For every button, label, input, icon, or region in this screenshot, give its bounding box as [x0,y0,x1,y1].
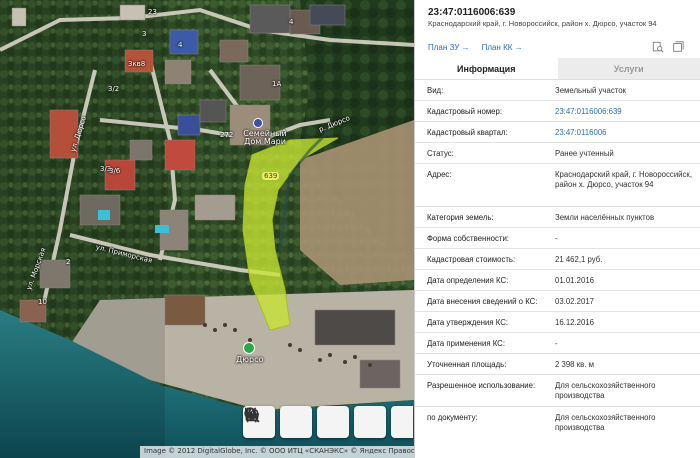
info-key: Разрешенное использование: [427,381,536,390]
info-key: Уточненная площадь: [427,360,507,369]
house-number-label: 3/2 [108,85,120,93]
map-poi-toolbar [243,406,413,438]
parcel-address: Краснодарский край, г. Новороссийск, рай… [428,19,657,28]
info-row: Вид: Земельный участок [415,80,700,101]
info-key: Форма собственности: [427,234,509,243]
info-value: Для сельскохозяйственного производства [555,413,656,432]
info-row: Кадастровый номер: 23:47:0116006:639 [415,101,700,122]
info-key: Дата применения КС: [427,339,505,348]
cadastral-number-title: 23:47:0116006:639 [428,7,516,18]
info-value: 03.02.2017 [555,297,595,306]
info-key: Дата утверждения КС: [427,318,509,327]
info-key: Адрес: [427,170,452,179]
house-number-label: 272 [220,131,234,139]
document-search-icon[interactable] [652,41,664,53]
info-value: - [555,339,558,348]
parcel-number-label[interactable]: 639 [262,172,280,180]
info-row: Дата утверждения КС: 16.12.2016 [415,312,700,333]
info-row: Кадастровая стоимость: 21 462,1 руб. [415,249,700,270]
plan-zu-link[interactable]: План ЗУ → [428,43,470,52]
beach-pin-icon[interactable] [243,342,255,354]
info-row: Адрес: Краснодарский край, г. Новороссийс… [415,164,700,207]
beach-label: Дюрсо [236,355,264,364]
house-number-label: 3/6 [109,167,121,175]
house-number-label: 23 [148,8,157,16]
info-value: 2 398 кв. м [555,360,594,369]
plan-kk-link[interactable]: План КК → [482,43,523,52]
hotel-pin-icon[interactable] [253,118,263,128]
info-value: Земли населённых пунктов [555,213,655,222]
cadastral-number-link[interactable]: 23:47:0116006:639 [555,101,692,121]
info-value: 16.12.2016 [555,318,595,327]
house-number-label: 10 [38,298,47,306]
house-number-label: 2 [66,258,71,266]
info-key: Категория земель: [427,213,494,222]
pharmacy-poi-button[interactable] [245,406,386,438]
layers-icon[interactable] [672,41,684,53]
info-row: Дата применения КС: - [415,333,700,354]
info-key: Кадастровый номер: [427,107,503,116]
house-number-label: 3 [142,30,147,38]
info-row: Разрешенное использование: Для сельскохоз… [415,375,700,407]
parcel-info-panel: 23:47:0116006:639 Краснодарский край, г.… [414,0,700,458]
plan-links: План ЗУ → План КК → [428,43,523,52]
info-row: Форма собственности: - [415,228,700,249]
info-row: Дата внесения сведений о КС: 03.02.2017 [415,291,700,312]
info-value: 21 462,1 руб. [555,255,603,264]
house-number-label: 4 [178,41,183,49]
cadastral-quarter-link[interactable]: 23:47:0116006 [555,122,692,142]
house-number-label: 3кв8 [128,60,146,68]
house-number-label: 1A [272,80,282,88]
info-row: Уточненная площадь: 2 398 кв. м [415,354,700,375]
info-value: Краснодарский край, г. Новороссийск, рай… [555,170,693,189]
info-row: Дата определения КС: 01.01.2016 [415,270,700,291]
info-row: Кадастровый квартал: 23:47:0116006 [415,122,700,143]
hotel-poi-button[interactable] [245,406,413,438]
info-key: Статус: [427,149,454,158]
info-row: Категория земель: Земли населённых пункто… [415,207,700,228]
info-row: Статус: Ранее учтенный [415,143,700,164]
info-key: Вид: [427,86,444,95]
panel-actions [652,41,684,53]
info-value: 01.01.2016 [555,276,595,285]
food-poi-button[interactable] [244,406,312,438]
info-key: Дата определения КС: [427,276,509,285]
info-value: Земельный участок [555,86,626,95]
tab-services[interactable]: Услуги [557,58,700,79]
info-value: - [555,234,558,243]
panel-tabs: Информация Услуги [415,58,700,80]
info-value: Ранее учтенный [555,149,614,158]
house-number-label: 4 [289,18,294,26]
info-key: Кадастровая стоимость: [427,255,516,264]
info-row: по документу: Для сельскохозяйственного п… [415,407,700,439]
tab-information[interactable]: Информация [415,58,558,79]
info-table: Вид: Земельный участок Кадастровый номер:… [415,80,700,439]
info-key: Дата внесения сведений о КС: [427,297,538,306]
hotel-label: Семейный Дом Мари [243,129,287,146]
info-key: по документу: [427,413,478,422]
info-key: Кадастровый квартал: [427,128,508,137]
shop-poi-button[interactable] [244,406,349,438]
info-value: Для сельскохозяйственного производства [555,381,656,400]
